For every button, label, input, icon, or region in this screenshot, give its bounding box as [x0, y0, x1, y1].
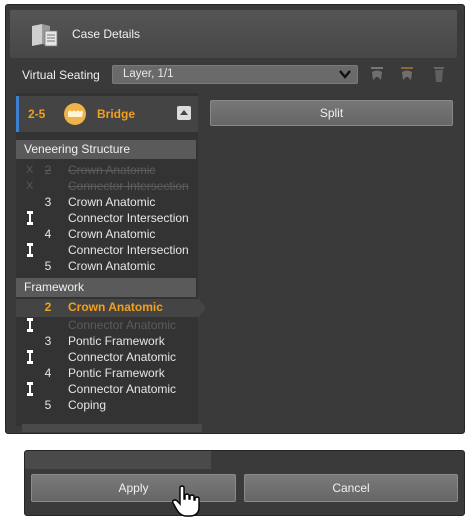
- veneering-structure-header: Veneering Structure: [16, 140, 196, 159]
- title-bar: Case Details: [10, 10, 457, 58]
- list-item-selected[interactable]: 2 Crown Anatomic: [16, 299, 198, 317]
- connector-icon: [27, 318, 33, 332]
- connector-icon: [27, 243, 33, 257]
- list-item[interactable]: Connector Anatomic: [16, 317, 198, 333]
- chevron-down-icon: [339, 70, 351, 79]
- list-item[interactable]: Connector Intersection: [16, 210, 198, 226]
- window-title: Case Details: [72, 27, 141, 41]
- list-item[interactable]: 3 Crown Anatomic: [16, 194, 198, 210]
- action-bar-strip: [25, 451, 211, 469]
- framework-header: Framework: [16, 278, 196, 297]
- virtual-seating-dropdown[interactable]: Layer, 1/1: [112, 65, 358, 84]
- list-item[interactable]: 5 Coping: [16, 397, 198, 413]
- list-item[interactable]: Connector Anatomic: [16, 381, 198, 397]
- bridge-range: 2-5: [28, 107, 46, 121]
- bridge-name: Bridge: [97, 107, 136, 121]
- list-item[interactable]: Connector Anatomic: [16, 349, 198, 365]
- list-item[interactable]: X Connector Intersection: [16, 178, 198, 194]
- list-item[interactable]: Connector Intersection: [16, 242, 198, 258]
- tooth-up-icon[interactable]: [368, 64, 386, 84]
- list-item[interactable]: 5 Crown Anatomic: [16, 258, 198, 274]
- tooth-down-icon[interactable]: [398, 64, 416, 84]
- collapse-button[interactable]: [177, 106, 191, 120]
- list-item[interactable]: 4 Crown Anatomic: [16, 226, 198, 242]
- selection-arrow: [198, 298, 206, 318]
- list-item[interactable]: 4 Pontic Framework: [16, 365, 198, 381]
- virtual-seating-value: Layer, 1/1: [123, 68, 174, 80]
- excluded-x-icon: X: [26, 164, 34, 176]
- connector-icon: [27, 382, 33, 396]
- virtual-seating-row: Virtual Seating Layer, 1/1: [16, 64, 456, 86]
- bridge-row[interactable]: 2-5 Bridge: [16, 96, 198, 132]
- excluded-x-icon: X: [26, 180, 34, 192]
- list-item[interactable]: X 2 Crown Anatomic: [16, 162, 198, 178]
- list-item[interactable]: 3 Pontic Framework: [16, 333, 198, 349]
- hand-cursor-icon: [172, 485, 200, 517]
- panel-footer-strip: [22, 424, 202, 432]
- cancel-button[interactable]: Cancel: [244, 474, 458, 502]
- trash-icon[interactable]: [430, 64, 448, 84]
- bridge-teeth-icon: [64, 103, 86, 125]
- connector-icon: [27, 211, 33, 225]
- apply-button[interactable]: Apply: [31, 474, 236, 502]
- split-button[interactable]: Split: [210, 100, 453, 126]
- virtual-seating-label: Virtual Seating: [22, 68, 100, 82]
- connector-icon: [27, 350, 33, 364]
- case-book-icon: [32, 24, 58, 47]
